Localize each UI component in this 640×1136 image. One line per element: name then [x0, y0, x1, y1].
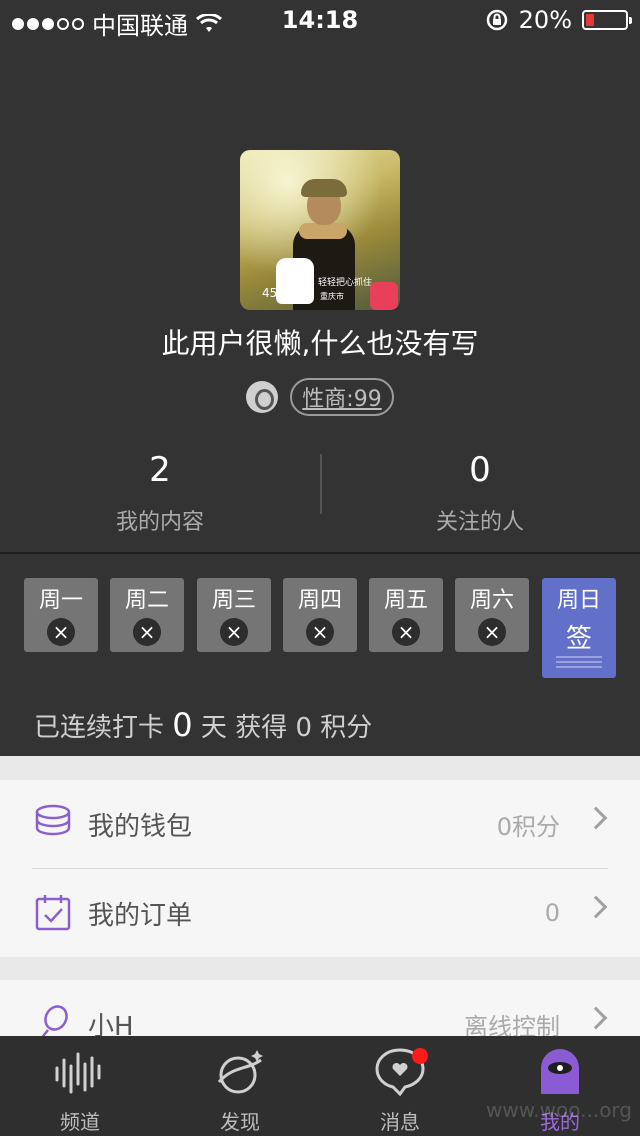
day-label: 周一 — [38, 588, 83, 613]
day-monday: 周一 × — [24, 578, 98, 652]
day-wednesday: 周三 × — [197, 578, 271, 652]
stat-my-content[interactable]: 2 我的内容 — [0, 438, 320, 552]
watermark: www.woo...org — [486, 1098, 632, 1122]
stat-label: 关注的人 — [435, 510, 524, 535]
tab-channel[interactable]: 频道 — [0, 1036, 160, 1136]
profile-icon — [541, 1049, 579, 1094]
status-right: 20% — [485, 6, 632, 34]
menu-item-value: 0 — [544, 899, 560, 927]
checkin-sign-label: 签 — [565, 624, 592, 654]
discover-icon — [217, 1050, 263, 1094]
rotation-lock-icon — [486, 9, 507, 31]
stats-divider-line — [0, 552, 640, 554]
profile-bio: 此用户很懒,什么也没有写 — [161, 327, 479, 360]
menu-item-orders[interactable]: 我的订单 0 — [0, 869, 640, 957]
missed-icon: × — [133, 618, 161, 646]
chevron-right-icon — [584, 1006, 608, 1030]
tab-discover[interactable]: 发现 — [160, 1036, 320, 1136]
stats-divider — [320, 454, 322, 514]
day-label: 周五 — [383, 588, 428, 613]
menu-item-wallet[interactable]: 我的钱包 0积分 — [0, 780, 640, 868]
menu-area: 我的钱包 0积分 我的订单 0 小H 离线控制 — [0, 756, 640, 1068]
battery-fill — [586, 14, 594, 26]
missed-icon: × — [478, 618, 506, 646]
tab-message[interactable]: 消息 — [320, 1036, 480, 1136]
avatar-caption-location: 重庆市 — [320, 292, 344, 301]
missed-icon: × — [47, 618, 75, 646]
avatar[interactable]: 45分钟 轻轻把心抓住 重庆市 — [240, 150, 400, 310]
checkin-stripes — [556, 656, 602, 670]
channel-icon — [55, 1052, 101, 1094]
day-thursday: 周四 × — [283, 578, 357, 652]
menu-group-account: 我的钱包 0积分 我的订单 0 — [0, 780, 640, 957]
score-badge[interactable]: 性商:99 — [290, 378, 394, 416]
avatar-caption-number: 45分钟 — [262, 286, 294, 300]
status-bar: 中国联通 14:18 20% — [0, 0, 640, 40]
wallet-icon — [35, 804, 71, 836]
missed-icon: × — [220, 618, 248, 646]
battery-icon — [582, 10, 632, 30]
tab-label: 发现 — [220, 1110, 260, 1134]
day-label: 周四 — [297, 588, 342, 613]
avatar-caption-text: 轻轻把心抓住 — [318, 278, 373, 288]
day-friday: 周五 × — [369, 578, 443, 652]
missed-icon: × — [392, 618, 420, 646]
calendar-check-icon — [35, 895, 71, 931]
day-saturday: 周六 × — [455, 578, 529, 652]
weekly-checkin: 周一 × 周二 × 周三 × 周四 × 周五 × 周六 × 周日 签 — [24, 578, 616, 688]
menu-item-label: 我的订单 — [88, 900, 193, 931]
profile-meta: 性商:99 — [0, 378, 640, 416]
battery-percent: 20% — [518, 6, 572, 34]
day-label: 周三 — [211, 588, 256, 613]
tab-bar: 频道 发现 消息 我的 www.woo...org — [0, 1036, 640, 1136]
chevron-right-icon — [584, 895, 608, 919]
stat-label: 我的内容 — [115, 510, 204, 535]
day-label: 周六 — [469, 588, 514, 613]
profile-stats: 2 我的内容 0 关注的人 — [0, 438, 640, 552]
day-tuesday: 周二 × — [110, 578, 184, 652]
missed-icon: × — [306, 618, 334, 646]
day-sunday-checkin-button[interactable]: 周日 签 — [542, 578, 616, 678]
checkin-streak: 已连续打卡 0 天 获得 0 积分 — [34, 706, 373, 744]
day-label: 周二 — [124, 588, 169, 613]
menu-item-value: 0积分 — [496, 812, 560, 841]
unread-dot — [412, 1048, 428, 1064]
tab-label: 消息 — [380, 1110, 420, 1134]
menu-item-label: 我的钱包 — [88, 811, 193, 842]
avatar-badge — [370, 282, 398, 310]
day-label: 周日 — [556, 588, 601, 613]
stat-following[interactable]: 0 关注的人 — [320, 438, 640, 552]
gender-icon — [246, 381, 279, 413]
tab-label: 频道 — [60, 1110, 100, 1134]
chevron-right-icon — [584, 806, 608, 830]
stat-value: 0 — [469, 450, 491, 490]
stat-value: 2 — [149, 450, 171, 490]
